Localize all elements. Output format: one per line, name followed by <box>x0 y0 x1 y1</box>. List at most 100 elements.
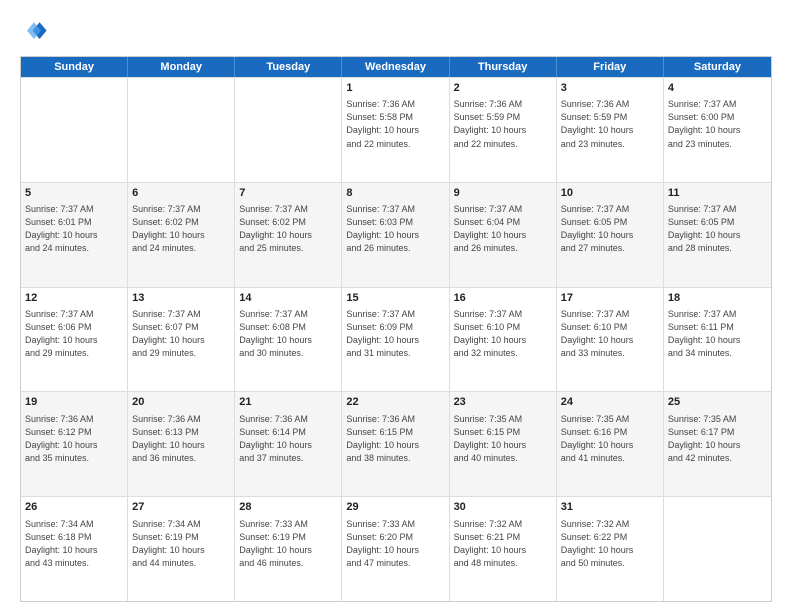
table-row: 25Sunrise: 7:35 AMSunset: 6:17 PMDayligh… <box>664 392 771 496</box>
day-number: 12 <box>25 291 123 306</box>
header-cell-thursday: Thursday <box>450 57 557 77</box>
day-number: 28 <box>239 500 337 515</box>
cell-info: Sunrise: 7:36 AMSunset: 6:13 PMDaylight:… <box>132 413 230 465</box>
calendar-body: 1 Sunrise: 7:36 AMSunset: 5:58 PMDaylight… <box>21 77 771 601</box>
calendar-row-3: 12 Sunrise: 7:37 AMSunset: 6:06 PMDayligh… <box>21 287 771 392</box>
day-number: 22 <box>346 395 444 410</box>
cell-info: Sunrise: 7:37 AMSunset: 6:06 PMDaylight:… <box>25 308 123 360</box>
table-row: 29 Sunrise: 7:33 AMSunset: 6:20 PMDayligh… <box>342 497 449 601</box>
cell-info: Sunrise: 7:37 AMSunset: 6:02 PMDaylight:… <box>132 203 230 255</box>
cell-info: Sunrise: 7:37 AMSunset: 6:11 PMDaylight:… <box>668 308 767 360</box>
cell-info: Sunrise: 7:34 AMSunset: 6:18 PMDaylight:… <box>25 518 123 570</box>
calendar-header: SundayMondayTuesdayWednesdayThursdayFrid… <box>21 57 771 77</box>
day-number: 15 <box>346 291 444 306</box>
table-row: 10 Sunrise: 7:37 AMSunset: 6:05 PMDayligh… <box>557 183 664 287</box>
header-cell-friday: Friday <box>557 57 664 77</box>
cell-info: Sunrise: 7:37 AMSunset: 6:10 PMDaylight:… <box>561 308 659 360</box>
logo-icon <box>20 18 48 46</box>
cell-info: Sunrise: 7:33 AMSunset: 6:19 PMDaylight:… <box>239 518 337 570</box>
table-row: 14Sunrise: 7:37 AMSunset: 6:08 PMDayligh… <box>235 288 342 392</box>
cell-info: Sunrise: 7:37 AMSunset: 6:00 PMDaylight:… <box>668 98 767 150</box>
calendar-row-5: 26 Sunrise: 7:34 AMSunset: 6:18 PMDayligh… <box>21 496 771 601</box>
table-row: 21 Sunrise: 7:36 AMSunset: 6:14 PMDayligh… <box>235 392 342 496</box>
table-row <box>128 78 235 182</box>
cell-info: Sunrise: 7:36 AMSunset: 6:12 PMDaylight:… <box>25 413 123 465</box>
cell-info: Sunrise: 7:37 AMSunset: 6:03 PMDaylight:… <box>346 203 444 255</box>
header-cell-sunday: Sunday <box>21 57 128 77</box>
day-number: 11 <box>668 186 767 201</box>
header <box>20 18 772 46</box>
day-number: 31 <box>561 500 659 515</box>
cell-info: Sunrise: 7:37 AMSunset: 6:02 PMDaylight:… <box>239 203 337 255</box>
table-row: 12 Sunrise: 7:37 AMSunset: 6:06 PMDayligh… <box>21 288 128 392</box>
table-row: 1 Sunrise: 7:36 AMSunset: 5:58 PMDaylight… <box>342 78 449 182</box>
table-row: 8 Sunrise: 7:37 AMSunset: 6:03 PMDaylight… <box>342 183 449 287</box>
header-cell-wednesday: Wednesday <box>342 57 449 77</box>
day-number: 17 <box>561 291 659 306</box>
table-row: 5 Sunrise: 7:37 AMSunset: 6:01 PMDaylight… <box>21 183 128 287</box>
day-number: 7 <box>239 186 337 201</box>
table-row: 15 Sunrise: 7:37 AMSunset: 6:09 PMDayligh… <box>342 288 449 392</box>
day-number: 1 <box>346 81 444 96</box>
calendar: SundayMondayTuesdayWednesdayThursdayFrid… <box>20 56 772 602</box>
page: SundayMondayTuesdayWednesdayThursdayFrid… <box>0 0 792 612</box>
day-number: 2 <box>454 81 552 96</box>
calendar-row-1: 1 Sunrise: 7:36 AMSunset: 5:58 PMDaylight… <box>21 77 771 182</box>
cell-info: Sunrise: 7:36 AMSunset: 6:15 PMDaylight:… <box>346 413 444 465</box>
cell-info: Sunrise: 7:37 AMSunset: 6:04 PMDaylight:… <box>454 203 552 255</box>
cell-info: Sunrise: 7:37 AMSunset: 6:07 PMDaylight:… <box>132 308 230 360</box>
day-number: 9 <box>454 186 552 201</box>
logo <box>20 18 52 46</box>
table-row: 13 Sunrise: 7:37 AMSunset: 6:07 PMDayligh… <box>128 288 235 392</box>
day-number: 16 <box>454 291 552 306</box>
table-row <box>235 78 342 182</box>
table-row: 30 Sunrise: 7:32 AMSunset: 6:21 PMDayligh… <box>450 497 557 601</box>
day-number: 29 <box>346 500 444 515</box>
day-number: 4 <box>668 81 767 96</box>
day-number: 8 <box>346 186 444 201</box>
cell-info: Sunrise: 7:37 AMSunset: 6:05 PMDaylight:… <box>561 203 659 255</box>
calendar-row-2: 5 Sunrise: 7:37 AMSunset: 6:01 PMDaylight… <box>21 182 771 287</box>
table-row: 22 Sunrise: 7:36 AMSunset: 6:15 PMDayligh… <box>342 392 449 496</box>
day-number: 18 <box>668 291 767 306</box>
cell-info: Sunrise: 7:36 AMSunset: 6:14 PMDaylight:… <box>239 413 337 465</box>
cell-info: Sunrise: 7:35 AMSunset: 6:16 PMDaylight:… <box>561 413 659 465</box>
cell-info: Sunrise: 7:34 AMSunset: 6:19 PMDaylight:… <box>132 518 230 570</box>
table-row: 6 Sunrise: 7:37 AMSunset: 6:02 PMDaylight… <box>128 183 235 287</box>
table-row: 20Sunrise: 7:36 AMSunset: 6:13 PMDayligh… <box>128 392 235 496</box>
cell-info: Sunrise: 7:32 AMSunset: 6:21 PMDaylight:… <box>454 518 552 570</box>
header-cell-saturday: Saturday <box>664 57 771 77</box>
day-number: 5 <box>25 186 123 201</box>
cell-info: Sunrise: 7:33 AMSunset: 6:20 PMDaylight:… <box>346 518 444 570</box>
table-row: 27Sunrise: 7:34 AMSunset: 6:19 PMDayligh… <box>128 497 235 601</box>
header-cell-tuesday: Tuesday <box>235 57 342 77</box>
day-number: 21 <box>239 395 337 410</box>
cell-info: Sunrise: 7:37 AMSunset: 6:09 PMDaylight:… <box>346 308 444 360</box>
cell-info: Sunrise: 7:37 AMSunset: 6:10 PMDaylight:… <box>454 308 552 360</box>
day-number: 26 <box>25 500 123 515</box>
day-number: 3 <box>561 81 659 96</box>
day-number: 24 <box>561 395 659 410</box>
cell-info: Sunrise: 7:37 AMSunset: 6:01 PMDaylight:… <box>25 203 123 255</box>
table-row: 2Sunrise: 7:36 AMSunset: 5:59 PMDaylight… <box>450 78 557 182</box>
table-row: 23Sunrise: 7:35 AMSunset: 6:15 PMDayligh… <box>450 392 557 496</box>
table-row: 26 Sunrise: 7:34 AMSunset: 6:18 PMDayligh… <box>21 497 128 601</box>
day-number: 23 <box>454 395 552 410</box>
table-row: 24 Sunrise: 7:35 AMSunset: 6:16 PMDayligh… <box>557 392 664 496</box>
table-row: 11Sunrise: 7:37 AMSunset: 6:05 PMDayligh… <box>664 183 771 287</box>
table-row: 4 Sunrise: 7:37 AMSunset: 6:00 PMDaylight… <box>664 78 771 182</box>
table-row: 16 Sunrise: 7:37 AMSunset: 6:10 PMDayligh… <box>450 288 557 392</box>
day-number: 10 <box>561 186 659 201</box>
cell-info: Sunrise: 7:36 AMSunset: 5:59 PMDaylight:… <box>561 98 659 150</box>
table-row <box>21 78 128 182</box>
calendar-row-4: 19Sunrise: 7:36 AMSunset: 6:12 PMDayligh… <box>21 391 771 496</box>
day-number: 6 <box>132 186 230 201</box>
table-row: 18 Sunrise: 7:37 AMSunset: 6:11 PMDayligh… <box>664 288 771 392</box>
header-cell-monday: Monday <box>128 57 235 77</box>
cell-info: Sunrise: 7:32 AMSunset: 6:22 PMDaylight:… <box>561 518 659 570</box>
day-number: 30 <box>454 500 552 515</box>
day-number: 13 <box>132 291 230 306</box>
cell-info: Sunrise: 7:36 AMSunset: 5:58 PMDaylight:… <box>346 98 444 150</box>
table-row: 28 Sunrise: 7:33 AMSunset: 6:19 PMDayligh… <box>235 497 342 601</box>
table-row: 31 Sunrise: 7:32 AMSunset: 6:22 PMDayligh… <box>557 497 664 601</box>
